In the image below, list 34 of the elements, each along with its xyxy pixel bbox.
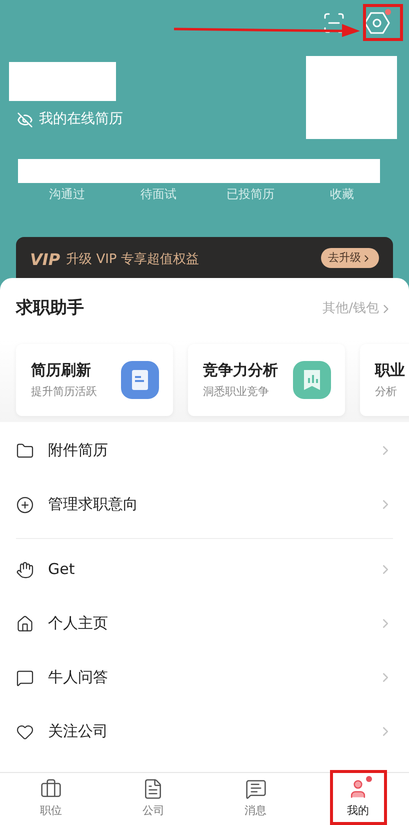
tool-card[interactable]: 简历刷新 提升简历活跃: [16, 344, 173, 416]
menu-label: Get: [48, 559, 76, 580]
section-title: 求职助手: [16, 297, 84, 320]
tool-card[interactable]: 竞争力分析 洞悉职业竞争: [188, 344, 345, 416]
card-subtitle: 提升简历活跃: [31, 384, 97, 400]
menu-label: 牛人问答: [48, 667, 109, 688]
tab-item[interactable]: 职位: [0, 773, 102, 825]
vip-banner[interactable]: VIP 升级 VIP 专享超值权益 去升级: [16, 237, 393, 281]
menu-label: 附件简历: [48, 440, 109, 462]
menu-item[interactable]: 关注公司: [16, 722, 393, 740]
card-title: 简历刷新: [31, 360, 92, 381]
tab-label: 消息: [244, 803, 267, 819]
menu-item[interactable]: 管理求职意向: [16, 496, 393, 514]
menu-label: 个人主页: [48, 613, 109, 634]
tool-card[interactable]: 职业 分析: [360, 344, 409, 416]
vip-promo-text: 升级 VIP 专享超值权益: [66, 251, 199, 270]
menu-label: 关注公司: [48, 721, 109, 742]
tab-label: 我的: [346, 803, 369, 819]
menu-label: 管理求职意向: [48, 494, 139, 516]
menu-item[interactable]: 个人主页: [16, 614, 393, 632]
card-title: 竞争力分析: [203, 360, 278, 381]
tab-item[interactable]: 公司: [102, 773, 204, 825]
card-subtitle: 分析: [375, 384, 398, 400]
tab-item[interactable]: 消息: [204, 773, 307, 825]
card-subtitle: 洞悉职业竞争: [203, 384, 270, 400]
upgrade-button[interactable]: 去升级: [321, 248, 379, 268]
menu-item[interactable]: Get: [16, 560, 393, 578]
tab-item[interactable]: 我的: [306, 773, 409, 825]
menu-item[interactable]: 附件简历: [16, 442, 393, 460]
vip-logo: VIP: [30, 249, 60, 271]
card-title: 职业: [375, 360, 405, 381]
tab-label: 公司: [142, 803, 164, 819]
tab-label: 职位: [40, 803, 62, 819]
menu-item[interactable]: 牛人问答: [16, 668, 393, 686]
